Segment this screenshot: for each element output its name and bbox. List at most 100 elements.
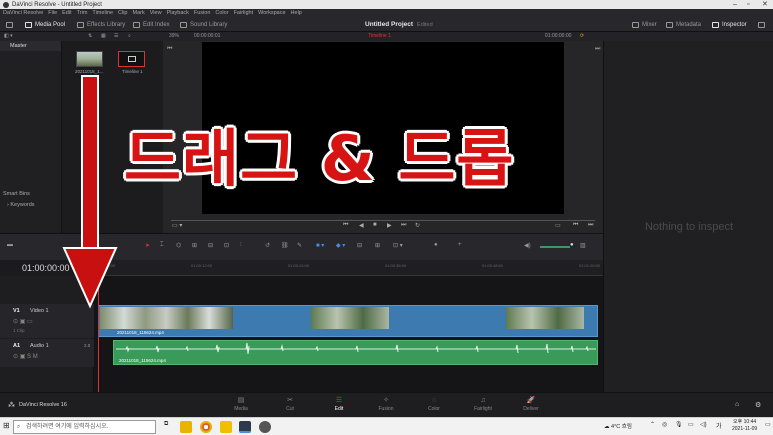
taskbar-clock[interactable]: 오후 10:44 2021-11-09 (732, 419, 757, 433)
loop-icon[interactable]: ↻ (415, 222, 420, 229)
zoom-full-icon[interactable]: ⊟ (357, 242, 362, 249)
tray-chevron-icon[interactable]: ⌃ (650, 421, 655, 428)
snap-icon[interactable]: ↺ (265, 242, 270, 249)
menu-help[interactable]: Help (291, 10, 302, 16)
volume-knob[interactable]: ● (570, 242, 574, 248)
file-explorer-icon[interactable] (180, 421, 192, 433)
microphone-icon[interactable]: 🎙 (675, 421, 683, 428)
davinci-taskbar-icon[interactable] (239, 421, 251, 433)
media-pool-button[interactable]: Media Pool (25, 17, 65, 32)
replace-clip-icon[interactable]: ⊡ (224, 242, 229, 249)
menu-playback[interactable]: Playback (167, 10, 189, 16)
match-frame-icon[interactable]: ▭ (555, 222, 561, 229)
master-bin[interactable]: Master (0, 41, 61, 51)
mixer-button[interactable]: Mixer (632, 17, 657, 32)
menu-color[interactable]: Color (215, 10, 228, 16)
grid-view-icon[interactable]: ▦ (101, 33, 106, 39)
metadata-button[interactable]: Metadata (666, 17, 701, 32)
page-fairlight[interactable]: ♫ Fairlight (463, 396, 503, 412)
insert-clip-icon[interactable]: ⊞ (192, 242, 197, 249)
notification-icon[interactable]: ▭ (765, 421, 771, 428)
menu-file[interactable]: File (48, 10, 57, 16)
volume-tray-icon[interactable]: ◁) (700, 421, 707, 428)
track-controls[interactable]: ⊙ ▣ ▭ (13, 318, 33, 325)
marker-icon[interactable]: ◆ ▾ (336, 242, 345, 249)
menu-davinci[interactable]: DaVinci Resolve (3, 10, 43, 16)
video-clip[interactable]: 20211018_115624.mp4 (98, 305, 598, 337)
menu-fusion[interactable]: Fusion (194, 10, 211, 16)
timeline-ruler[interactable]: 01:00:00:00 01:00:12:00 01:00:24:00 01:0… (94, 260, 603, 276)
trim-tool-icon[interactable]: ⌶ (160, 242, 164, 249)
position-lock-icon[interactable]: ✎ (297, 242, 302, 249)
menu-mark[interactable]: Mark (133, 10, 145, 16)
timeline-thumbnail[interactable] (118, 51, 145, 67)
page-deliver[interactable]: 🚀 Deliver (511, 396, 551, 412)
page-fusion[interactable]: ✧ Fusion (366, 396, 406, 412)
page-color[interactable]: ◌ Color (414, 396, 454, 412)
audio-clip[interactable]: 20211018_115624.mp4 (113, 340, 598, 365)
close-icon[interactable]: ✕ (762, 0, 768, 9)
page-edit[interactable]: ☰ Edit (319, 396, 359, 412)
link-icon[interactable]: ⛓ (281, 242, 289, 249)
minimize-icon[interactable]: – (733, 0, 737, 9)
zoom-in-icon[interactable]: + (458, 242, 462, 248)
taskbar-search-input[interactable]: ⌕ 검색하려면 여기에 입력하십시오. (13, 420, 156, 434)
fullscreen-icon[interactable] (758, 17, 768, 32)
selection-tool-icon[interactable]: ➤ (145, 242, 150, 249)
network-icon[interactable]: ▭ (688, 421, 694, 428)
speaker-icon[interactable]: ◀) (524, 242, 531, 249)
next-edit-icon[interactable]: ⏭ (588, 222, 593, 229)
timeline-view-icon[interactable]: ▬ (7, 242, 13, 248)
tray-status-icon[interactable]: ◎ (662, 421, 667, 428)
view-options-icon[interactable]: ◧ ▾ (4, 33, 13, 39)
windows-start-icon[interactable]: ⊞ (3, 421, 10, 430)
play-icon[interactable]: ▶ (387, 222, 392, 229)
menu-fairlight[interactable]: Fairlight (234, 10, 254, 16)
chrome-icon[interactable] (200, 421, 212, 433)
edit-index-button[interactable]: Edit Index (133, 17, 170, 32)
reverse-icon[interactable]: ◀ (359, 222, 364, 229)
obs-icon[interactable] (259, 421, 271, 433)
sync-icon[interactable]: ⟳ (580, 33, 584, 39)
inspector-button[interactable]: Inspector (712, 17, 747, 32)
page-media[interactable]: ▤ Media (221, 396, 261, 412)
page-cut[interactable]: ✂ Cut (270, 396, 310, 412)
viewer-zoom[interactable]: 39% (169, 33, 179, 39)
sort-icon[interactable]: ⇅ (88, 33, 92, 39)
list-view-icon[interactable]: ☰ (114, 33, 118, 39)
settings-gear-icon[interactable]: ⚙ (755, 401, 761, 409)
jump-start-icon[interactable]: ⏮ (343, 222, 348, 229)
zoom-custom-icon[interactable]: ⊡ ▾ (393, 242, 403, 249)
menu-trim[interactable]: Trim (77, 10, 88, 16)
stop-icon[interactable]: ■ (373, 222, 377, 228)
track-controls[interactable]: ⊙ ▣ S M (13, 353, 38, 360)
keywords-bin[interactable]: › Keywords (3, 202, 62, 208)
menu-edit[interactable]: Edit (62, 10, 71, 16)
timeline-selector[interactable]: Timeline 1 (368, 33, 391, 39)
panel-toggle-icon[interactable] (6, 17, 16, 32)
search-icon[interactable]: ⌕ (128, 33, 131, 39)
sound-library-button[interactable]: Sound Library (180, 17, 227, 32)
in-point-icon[interactable]: ⏮ (167, 46, 172, 53)
viewer-mode-icon[interactable]: ▭ ▾ (172, 222, 182, 229)
blade-tool-icon[interactable]: ⌬ (176, 242, 181, 249)
prev-edit-icon[interactable]: ⏮ (573, 222, 578, 229)
zoom-slider-knob[interactable]: ● (434, 242, 438, 248)
folder-icon[interactable] (220, 421, 232, 433)
zoom-detail-icon[interactable]: ⊞ (375, 242, 380, 249)
snapping-icon[interactable]: ⫶ (240, 242, 242, 249)
task-view-icon[interactable]: ⧉ (164, 421, 168, 428)
weather-status[interactable]: ☁ 4°C 흐림 (604, 422, 632, 430)
maximize-icon[interactable]: ▫ (747, 0, 749, 9)
menu-timeline[interactable]: Timeline (92, 10, 113, 16)
overwrite-clip-icon[interactable]: ⊟ (208, 242, 213, 249)
volume-slider[interactable] (540, 246, 570, 248)
menu-view[interactable]: View (150, 10, 162, 16)
menu-clip[interactable]: Clip (118, 10, 127, 16)
menu-workspace[interactable]: Workspace (258, 10, 285, 16)
audio-meter-icon[interactable]: ▥ (580, 242, 586, 249)
home-icon[interactable]: ⌂ (735, 401, 739, 408)
jump-end-icon[interactable]: ⏭ (401, 222, 406, 229)
effects-library-button[interactable]: Effects Library (77, 17, 125, 32)
flag-icon[interactable]: ■ ▾ (316, 242, 324, 249)
